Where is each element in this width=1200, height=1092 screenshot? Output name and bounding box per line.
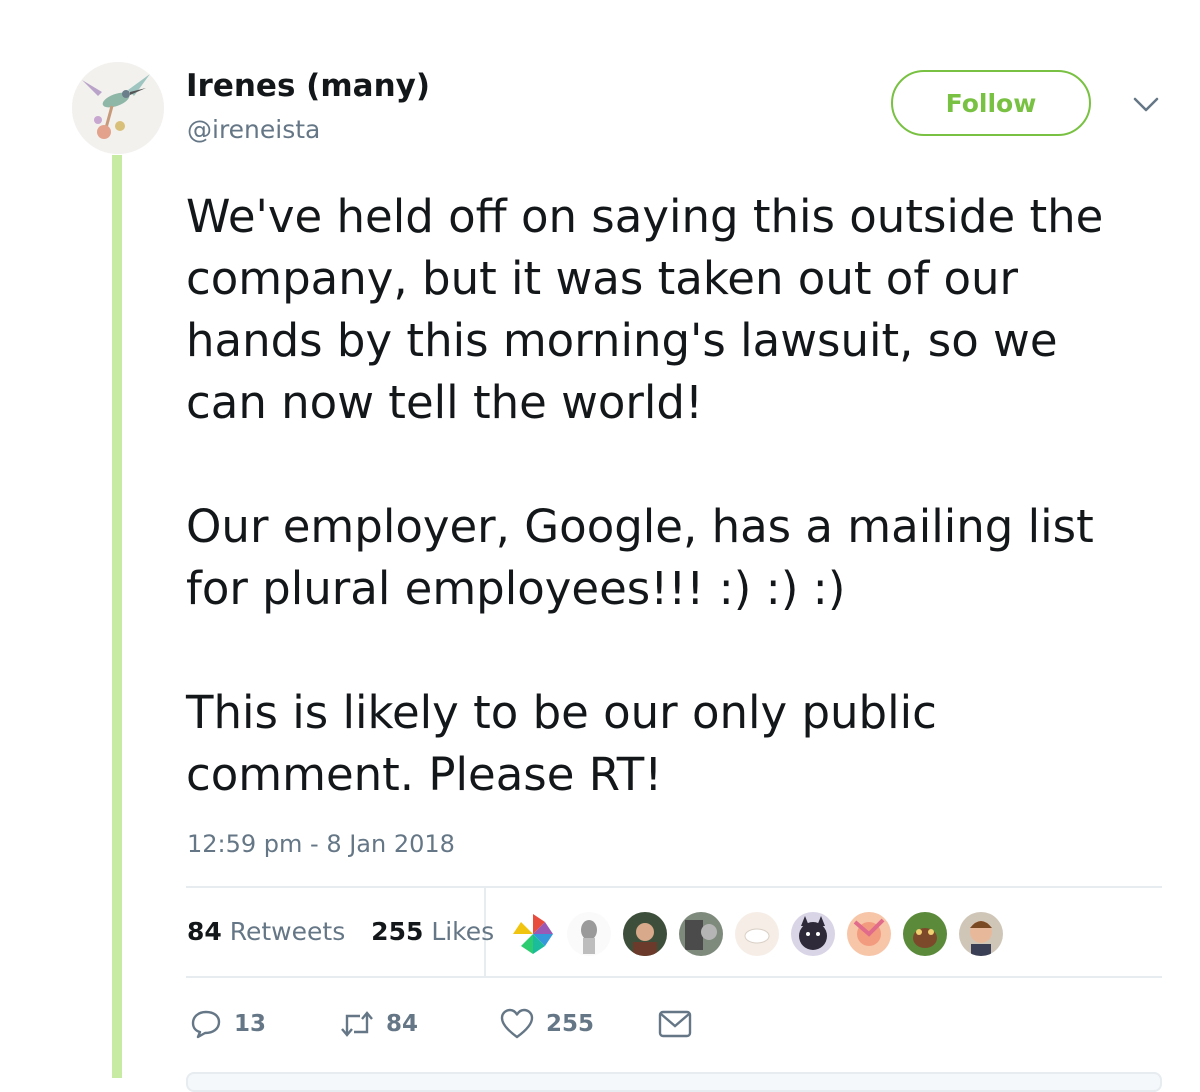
like-button[interactable]: 255 bbox=[500, 1008, 658, 1040]
username-handle[interactable]: @ireneista bbox=[187, 115, 320, 144]
liker-avatar[interactable] bbox=[903, 912, 947, 956]
retweets-stat[interactable]: 84 Retweets bbox=[187, 917, 345, 946]
likes-stat[interactable]: 255 Likes bbox=[371, 917, 494, 946]
retweet-button[interactable]: 84 bbox=[340, 1008, 500, 1040]
tweet-line: This is likely to be our only public bbox=[186, 686, 937, 739]
reply-count: 13 bbox=[234, 1011, 267, 1037]
likes-count: 255 bbox=[371, 917, 424, 946]
thread-line bbox=[112, 155, 122, 1078]
direct-message-button[interactable] bbox=[658, 1009, 692, 1039]
more-options-button[interactable] bbox=[1128, 90, 1164, 120]
engagement-stats: 84 Retweets 255 Likes bbox=[187, 917, 512, 946]
hummingbird-avatar-image bbox=[72, 62, 164, 154]
tweet-line: company, but it was taken out of our bbox=[186, 252, 1019, 305]
tweet-actions: 13 84 255 bbox=[190, 1008, 692, 1040]
liker-avatar[interactable] bbox=[959, 912, 1003, 956]
tweet-line: We've held off on saying this outside th… bbox=[186, 190, 1104, 243]
display-name[interactable]: Irenes (many) bbox=[186, 68, 430, 104]
liker-avatar[interactable] bbox=[511, 912, 555, 956]
divider bbox=[186, 976, 1162, 978]
follow-button[interactable]: Follow bbox=[891, 70, 1091, 136]
liker-avatars bbox=[511, 912, 1003, 958]
tweet-timestamp[interactable]: 12:59 pm - 8 Jan 2018 bbox=[187, 830, 455, 858]
liker-avatar[interactable] bbox=[791, 912, 835, 956]
like-count: 255 bbox=[546, 1011, 595, 1037]
reply-button[interactable]: 13 bbox=[190, 1008, 340, 1040]
tweet-line: for plural employees!!! :) :) :) bbox=[186, 562, 846, 615]
liker-avatar[interactable] bbox=[679, 912, 723, 956]
liker-avatar[interactable] bbox=[847, 912, 891, 956]
heart-icon bbox=[500, 1008, 534, 1039]
liker-avatar[interactable] bbox=[623, 912, 667, 956]
liker-avatar[interactable] bbox=[567, 912, 611, 956]
tweet-line: comment. Please RT! bbox=[186, 748, 663, 801]
chevron-down-icon bbox=[1133, 97, 1159, 112]
envelope-icon bbox=[658, 1010, 692, 1038]
divider bbox=[186, 886, 1162, 888]
retweet-count: 84 bbox=[386, 1011, 419, 1037]
likes-label: Likes bbox=[431, 917, 495, 946]
liker-avatar[interactable] bbox=[735, 912, 779, 956]
retweets-count: 84 bbox=[187, 917, 222, 946]
tweet-line: hands by this morning's lawsuit, so we bbox=[186, 314, 1058, 367]
tweet-text: We've held off on saying this outside th… bbox=[186, 186, 1176, 806]
avatar[interactable] bbox=[72, 62, 164, 154]
tweet-line: can now tell the world! bbox=[186, 376, 704, 429]
retweets-label: Retweets bbox=[229, 917, 346, 946]
reply-icon bbox=[191, 1010, 221, 1039]
tweet-line: Our employer, Google, has a mailing list bbox=[186, 500, 1094, 553]
retweet-icon bbox=[341, 1011, 373, 1037]
reply-composer[interactable] bbox=[186, 1072, 1162, 1092]
